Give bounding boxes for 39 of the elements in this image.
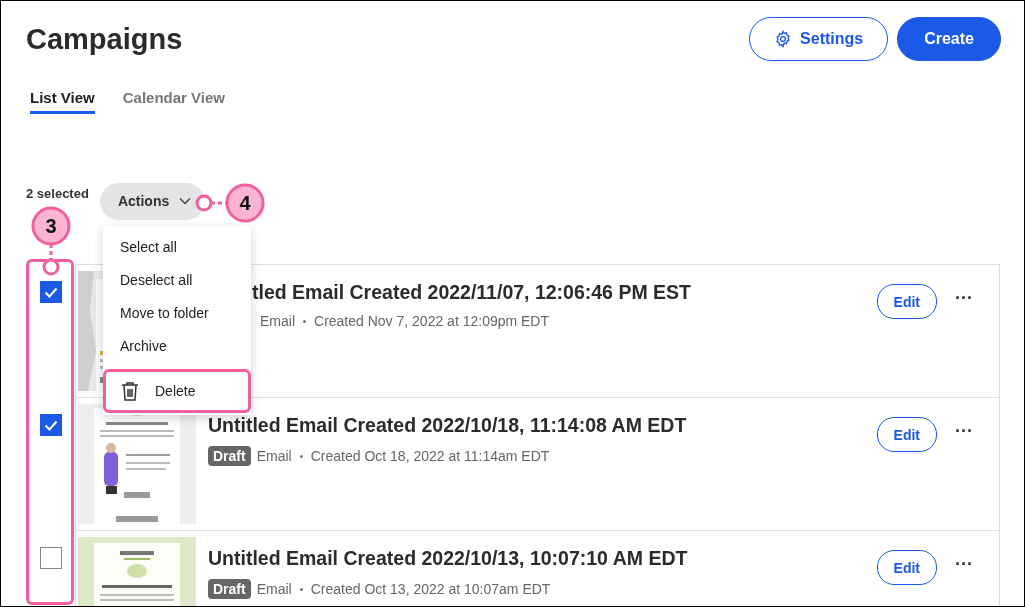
create-button[interactable]: Create: [897, 17, 1001, 61]
menu-item[interactable]: Delete: [103, 369, 251, 413]
actions-dropdown[interactable]: Actions: [99, 182, 206, 220]
menu-item[interactable]: Archive: [103, 329, 251, 362]
campaign-type: Email: [256, 581, 292, 597]
status-badge: Draft: [208, 446, 251, 466]
campaign-title[interactable]: Untitled Email Created 2022/10/13, 10:07:10 AM EDT: [208, 547, 877, 570]
selected-count: 2 selected: [26, 186, 89, 201]
settings-button[interactable]: Settings: [749, 17, 889, 61]
view-tab[interactable]: List View: [30, 89, 95, 114]
edit-button[interactable]: Edit: [876, 550, 937, 585]
chevron-icon: [179, 197, 192, 205]
check-icon: [44, 286, 58, 298]
created-date: Created Oct 18, 2022 at 11:14am EDT: [310, 448, 550, 464]
row-checkbox[interactable]: [40, 414, 62, 436]
more-button[interactable]: ···: [951, 421, 977, 442]
campaign-type: Email: [260, 313, 295, 329]
menu-item[interactable]: Deselect all: [103, 263, 251, 296]
separator-dot: [299, 454, 303, 458]
page-title: Campaigns: [26, 22, 184, 56]
status-badge: Draft: [208, 579, 251, 599]
trash-icon: [121, 381, 139, 401]
row-checkbox[interactable]: [40, 281, 62, 303]
created-date: Created Nov 7, 2022 at 12:09pm EDT: [314, 313, 550, 329]
menu-item[interactable]: Move to folder: [103, 296, 251, 329]
row-checkbox[interactable]: [40, 547, 62, 569]
settings-icon: [774, 30, 793, 48]
check-icon: [44, 419, 58, 431]
more-button[interactable]: ···: [951, 554, 977, 575]
more-button[interactable]: ···: [951, 288, 977, 309]
created-date: Created Oct 13, 2022 at 10:07am EDT: [310, 581, 551, 597]
separator-dot: [299, 587, 303, 591]
edit-button[interactable]: Edit: [876, 417, 937, 452]
edit-button[interactable]: Edit: [876, 284, 937, 319]
menu-item[interactable]: Select all: [103, 230, 251, 263]
view-tab[interactable]: Calendar View: [122, 89, 226, 114]
campaign-title[interactable]: Untitled Email Created 2022/10/18, 11:14:08 AM EDT: [208, 414, 877, 437]
separator-dot: [303, 319, 306, 323]
campaign-type: Email: [256, 448, 292, 464]
